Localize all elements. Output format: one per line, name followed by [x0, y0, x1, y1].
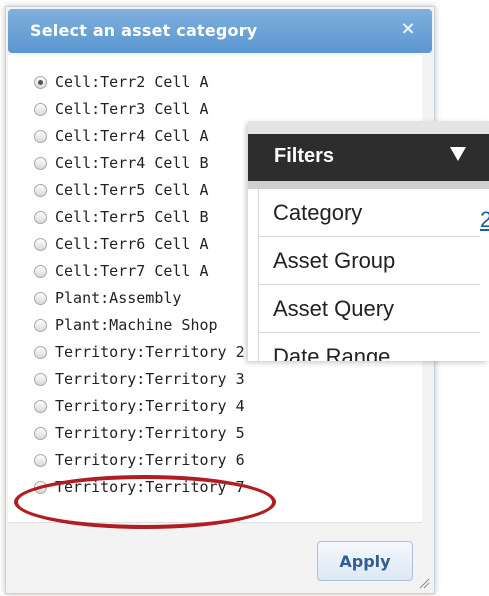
category-option-label: Plant:Machine Shop — [55, 316, 218, 334]
category-option[interactable]: Cell:Terr2 Cell A — [34, 71, 209, 93]
radio-button[interactable] — [34, 129, 47, 143]
triangle-down-icon[interactable] — [450, 147, 466, 161]
radio-button[interactable] — [34, 156, 47, 170]
category-option-label: Territory:Territory 6 — [55, 451, 245, 469]
category-option[interactable]: Territory:Territory 4 — [34, 395, 245, 417]
category-option[interactable]: Cell:Terr4 Cell A — [34, 125, 209, 147]
dialog-header: Select an asset category × — [8, 9, 432, 53]
category-option-label: Territory:Territory 3 — [55, 370, 245, 388]
close-icon[interactable]: × — [398, 19, 418, 39]
filters-menu-item[interactable]: Category — [259, 189, 481, 237]
category-option-label: Territory:Territory 5 — [55, 424, 245, 442]
radio-button[interactable] — [34, 453, 47, 467]
radio-button[interactable] — [34, 210, 47, 224]
category-option[interactable]: Plant:Machine Shop — [34, 314, 218, 336]
category-option[interactable]: Cell:Terr7 Cell A — [34, 260, 209, 282]
category-option-label: Cell:Terr2 Cell A — [55, 73, 209, 91]
category-option-label: Cell:Terr4 Cell B — [55, 154, 209, 172]
radio-button[interactable] — [34, 372, 47, 386]
category-option[interactable]: Cell:Terr4 Cell B — [34, 152, 209, 174]
category-option[interactable]: Cell:Terr3 Cell A — [34, 98, 209, 120]
category-option-label: Cell:Terr4 Cell A — [55, 127, 209, 145]
category-option-label: Territory:Territory 4 — [55, 397, 245, 415]
filters-menu-item[interactable]: Date Range — [259, 333, 481, 362]
category-option[interactable]: Territory:Territory 6 — [34, 449, 245, 471]
category-option[interactable]: Cell:Terr5 Cell A — [34, 179, 209, 201]
category-option[interactable]: Territory:Territory 5 — [34, 422, 245, 444]
category-option-label: Territory:Territory 2 — [55, 343, 245, 361]
category-option-label: Cell:Terr6 Cell A — [55, 235, 209, 253]
category-option[interactable]: Cell:Terr6 Cell A — [34, 233, 209, 255]
radio-button[interactable] — [34, 426, 47, 440]
radio-button[interactable] — [34, 237, 47, 251]
underlying-link-fragment: 2( — [480, 207, 489, 232]
highlight-annotation — [14, 475, 276, 529]
category-option-label: Cell:Terr7 Cell A — [55, 262, 209, 280]
filters-dropdown: Filters Category Asset Group Asset Query Da… — [248, 121, 489, 361]
category-option[interactable]: Territory:Territory 3 — [34, 368, 245, 390]
filters-title: Filters — [274, 145, 335, 167]
filters-header[interactable]: Filters — [248, 121, 489, 189]
filters-menu: Category Asset Group Asset Query Date Range — [258, 189, 481, 361]
radio-button[interactable] — [34, 75, 47, 89]
category-option-label: Cell:Terr3 Cell A — [55, 100, 209, 118]
radio-button[interactable] — [34, 345, 47, 359]
radio-button[interactable] — [34, 264, 47, 278]
category-option-label: Cell:Terr5 Cell A — [55, 181, 209, 199]
radio-button[interactable] — [34, 291, 47, 305]
resize-grip-icon[interactable] — [418, 577, 430, 589]
radio-button[interactable] — [34, 183, 47, 197]
apply-button[interactable]: Apply — [317, 541, 413, 581]
category-option-label: Plant:Assembly — [55, 289, 182, 307]
radio-button[interactable] — [34, 102, 47, 116]
category-option[interactable]: Territory:Territory 2 — [34, 341, 245, 363]
category-option[interactable]: Plant:Assembly — [34, 287, 181, 309]
category-option-label: Cell:Terr5 Cell B — [55, 208, 209, 226]
filters-menu-item[interactable]: Asset Query — [259, 285, 481, 333]
radio-button[interactable] — [34, 318, 47, 332]
radio-button[interactable] — [34, 399, 47, 413]
filters-menu-item[interactable]: Asset Group — [259, 237, 481, 285]
category-option[interactable]: Cell:Terr5 Cell B — [34, 206, 209, 228]
dialog-title: Select an asset category — [30, 21, 258, 40]
